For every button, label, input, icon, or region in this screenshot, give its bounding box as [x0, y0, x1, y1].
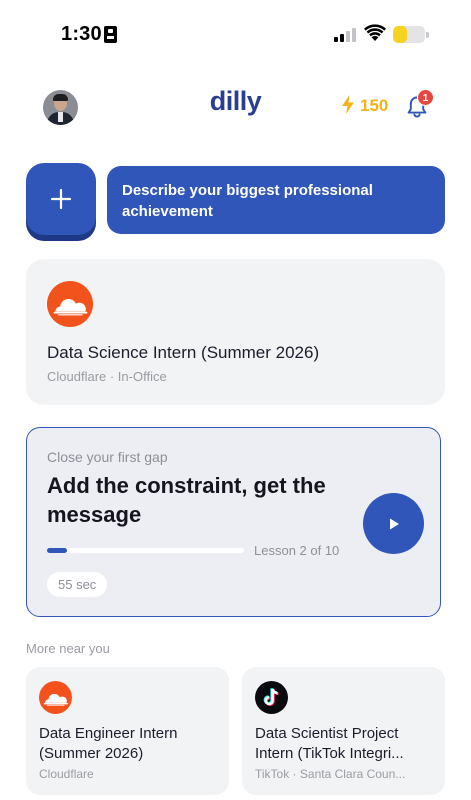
job-title: Data Science Intern (Summer 2026): [47, 343, 320, 362]
nearby-job-title-line2: Intern (TikTok Integri...: [255, 745, 404, 762]
plus-icon: [50, 188, 72, 210]
lesson-card[interactable]: Close your first gap Add the constraint,…: [26, 427, 441, 617]
app-logo: dilly: [209, 86, 262, 116]
cloudflare-logo-icon: [47, 281, 93, 327]
add-achievement-button[interactable]: [26, 163, 96, 235]
achievement-prompt-text: Describe your biggest professional achie…: [122, 182, 373, 220]
lesson-progress-label: Lesson 2 of 10: [254, 543, 340, 558]
nearby-job-title: Data Scientist Project Intern (TikTok In…: [255, 724, 440, 764]
lesson-eyebrow: Close your first gap: [47, 449, 168, 465]
job-meta: Cloudflare · In-Office: [47, 369, 167, 384]
nearby-job-card[interactable]: Data Scientist Project Intern (TikTok In…: [242, 667, 445, 795]
status-bar: 1:30: [0, 0, 471, 70]
lesson-progress-fill: [47, 548, 67, 553]
nearby-job-meta: Cloudflare: [39, 767, 94, 781]
nearby-job-title-line2: (Summer 2026): [39, 745, 144, 762]
achievement-prompt[interactable]: Describe your biggest professional achie…: [107, 166, 445, 234]
nearby-job-title: Data Engineer Intern (Summer 2026): [39, 724, 224, 764]
featured-job-card[interactable]: Data Science Intern (Summer 2026) Cloudf…: [26, 259, 445, 405]
cellular-signal-icon: [334, 27, 358, 42]
notification-badge: 1: [417, 89, 434, 106]
play-icon: [389, 518, 399, 529]
sim-card-icon: [104, 26, 117, 43]
nearby-job-title-line1: Data Scientist Project: [255, 725, 399, 742]
battery-level: [393, 26, 408, 43]
wifi-icon: [364, 24, 386, 41]
points-count: 150: [360, 96, 389, 115]
duration-badge: 55 sec: [47, 572, 108, 597]
play-lesson-button[interactable]: [363, 493, 424, 554]
nearby-job-card[interactable]: Data Engineer Intern (Summer 2026) Cloud…: [26, 667, 229, 795]
more-near-you-heading: More near you: [26, 641, 110, 656]
cloudflare-logo-icon: [39, 681, 72, 714]
battery-icon: [393, 26, 429, 43]
status-time: 1:30: [61, 23, 102, 45]
lesson-title: Add the constraint, get the message: [47, 473, 326, 527]
nearby-job-meta: TikTok · Santa Clara Coun...: [255, 767, 406, 781]
lightning-bolt-icon: [342, 95, 354, 114]
tiktok-logo-icon: [255, 681, 288, 714]
nearby-job-title-line1: Data Engineer Intern: [39, 725, 178, 742]
lesson-progress-bar: [47, 548, 244, 553]
